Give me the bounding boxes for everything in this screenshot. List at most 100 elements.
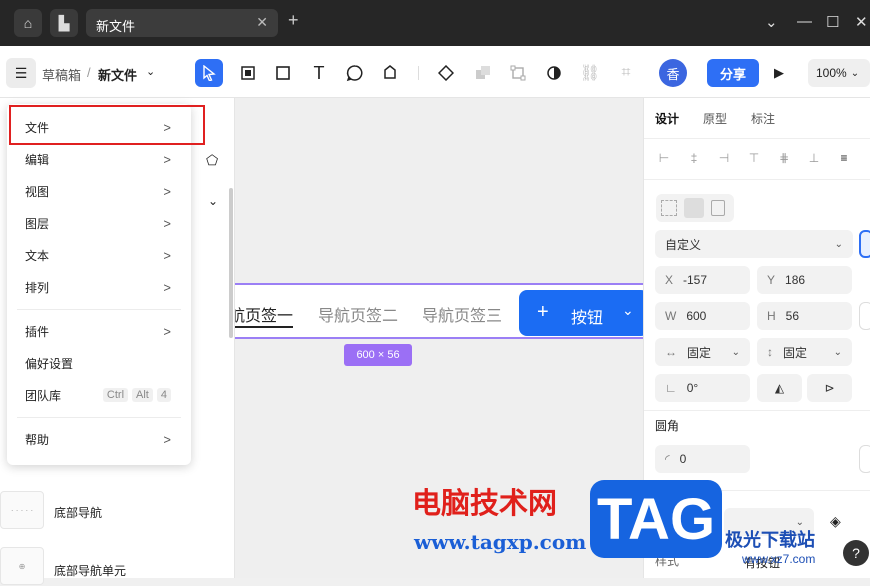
tab-prototype[interactable]: 原型 <box>703 110 727 127</box>
distribute-icon[interactable]: ≡ <box>836 151 852 167</box>
comment-tool-icon[interactable] <box>341 59 369 87</box>
width-field[interactable]: W 600 <box>655 302 750 330</box>
share-button[interactable]: 分享 <box>707 59 759 87</box>
vertical-constraint-select[interactable]: ↕ 固定 ⌄ <box>757 338 852 366</box>
selected-frame[interactable]: 航页签一 导航页签二 导航页签三 + 按钮 ⌄ <box>235 283 643 339</box>
chevron-right-icon: > <box>163 279 171 295</box>
tab-design[interactable]: 设计 <box>655 110 679 127</box>
mask-icon[interactable] <box>540 59 568 87</box>
chevron-down-icon[interactable]: ⌄ <box>146 65 155 78</box>
chevron-down-icon[interactable]: ⌄ <box>208 194 218 208</box>
plugin-outline-icon[interactable]: ⬠ <box>206 152 218 169</box>
menu-item-arrange[interactable]: 排列 > <box>7 271 191 303</box>
clip-on-icon[interactable] <box>684 198 704 218</box>
menu-item-view[interactable]: 视图 > <box>7 175 191 207</box>
component-thumbnail: · · · · · <box>0 491 44 529</box>
scrollbar[interactable] <box>229 188 233 338</box>
align-right-icon[interactable]: ⊣ <box>716 151 732 167</box>
menu-divider <box>17 309 181 310</box>
menu-item-text[interactable]: 文本 > <box>7 239 191 271</box>
align-left-icon[interactable]: ⊢ <box>656 151 672 167</box>
menu-item-help[interactable]: 帮助 > <box>7 423 191 455</box>
height-field[interactable]: H 56 <box>757 302 852 330</box>
move-tool-icon[interactable] <box>195 59 223 87</box>
independent-corners-icon[interactable] <box>859 445 870 473</box>
v-constraint-icon: ↕ <box>767 345 773 359</box>
component-icon[interactable] <box>432 59 460 87</box>
list-item[interactable]: · · · · · 底部导航 <box>0 490 235 530</box>
link-icon[interactable]: ⛓ <box>576 59 604 87</box>
menu-item-edit[interactable]: 编辑 > <box>7 143 191 175</box>
minimize-icon[interactable]: — <box>797 13 812 30</box>
tab-title: 新文件 <box>96 19 136 34</box>
crop-icon[interactable]: ⌗ <box>612 59 640 87</box>
divider <box>644 179 870 180</box>
watermark-title: 电脑技术网 <box>412 486 558 520</box>
close-window-icon[interactable]: ✕ <box>855 13 868 31</box>
tab-new-file[interactable]: 新文件 ✕ <box>86 9 278 37</box>
list-item[interactable]: ⊕ 底部导航单元 <box>0 546 235 586</box>
y-value: 186 <box>785 273 806 287</box>
x-field[interactable]: X -157 <box>655 266 750 294</box>
menu-item-plugins[interactable]: 插件 > <box>7 315 191 347</box>
transform-icon[interactable] <box>504 59 532 87</box>
new-tab-icon[interactable]: + <box>288 10 299 31</box>
text-tool-icon[interactable]: T <box>305 59 333 87</box>
flip-horizontal-icon[interactable]: ◭ <box>757 374 802 402</box>
chevron-down-icon: ⌄ <box>622 302 634 318</box>
help-icon[interactable]: ? <box>843 540 869 566</box>
menu-item-preferences[interactable]: 偏好设置 <box>7 347 191 379</box>
corner-icon: ◜ <box>665 452 670 466</box>
nav-tab-two[interactable]: 导航页签二 <box>318 302 398 326</box>
chevron-right-icon: > <box>163 215 171 231</box>
x-key: X <box>665 273 674 287</box>
preset-value: 自定义 <box>665 237 702 252</box>
menu-item-label: 帮助 <box>25 432 50 447</box>
nav-button[interactable]: + 按钮 ⌄ <box>519 290 643 336</box>
files-icon[interactable]: ▙ <box>50 9 78 37</box>
tab-close-icon[interactable]: ✕ <box>256 14 268 31</box>
menu-item-label: 文本 <box>25 248 50 263</box>
home-icon[interactable]: ⌂ <box>14 9 42 37</box>
boolean-icon[interactable] <box>469 59 497 87</box>
menu-item-label: 视图 <box>25 184 50 199</box>
menu-item-label: 团队库 <box>25 388 62 403</box>
resize-icon[interactable] <box>859 230 870 258</box>
rotation-value: 0° <box>686 381 699 395</box>
align-middle-v-icon[interactable]: ⋕ <box>776 151 792 167</box>
play-icon[interactable]: ▶ <box>774 65 784 81</box>
breadcrumb-root[interactable]: 草稿箱 <box>42 65 81 84</box>
main-menu-button[interactable]: ☰ <box>6 58 36 88</box>
rotation-field[interactable]: ∟ 0° <box>655 374 750 402</box>
frame-preset-select[interactable]: 自定义 ⌄ <box>655 230 853 258</box>
window-menu-icon[interactable]: ⌄ <box>765 13 778 31</box>
component-diamond-icon[interactable]: ◈ <box>830 513 841 530</box>
maximize-icon[interactable]: ☐ <box>826 13 839 31</box>
watermark-url: www.tagxp.com <box>414 530 587 554</box>
corner-radius-field[interactable]: ◜ 0 <box>655 445 750 473</box>
lock-ratio-icon[interactable] <box>859 302 870 330</box>
breadcrumb-file[interactable]: 新文件 <box>98 65 137 84</box>
menu-item-label: 排列 <box>25 280 50 295</box>
align-top-icon[interactable]: ⊤ <box>746 151 762 167</box>
frame-tool-icon[interactable] <box>234 59 262 87</box>
watermark-tag-logo: TAG <box>590 480 722 558</box>
menu-item-team-library[interactable]: 团队库 Ctrl Alt 4 <box>7 379 191 411</box>
align-bottom-icon[interactable]: ⊥ <box>806 151 822 167</box>
nav-tab-three[interactable]: 导航页签三 <box>422 302 502 326</box>
avatar[interactable]: 香 <box>659 59 687 87</box>
horizontal-constraint-select[interactable]: ↔ 固定 ⌄ <box>655 338 750 366</box>
page-icon[interactable] <box>711 200 725 216</box>
rotation-icon: ∟ <box>665 381 677 395</box>
nav-tab-one[interactable]: 航页签一 <box>235 302 294 328</box>
tab-annotate[interactable]: 标注 <box>751 110 775 127</box>
flip-vertical-icon[interactable]: ⊳ <box>807 374 852 402</box>
plugin-tool-icon[interactable] <box>376 59 404 87</box>
rectangle-tool-icon[interactable] <box>269 59 297 87</box>
menu-item-layer[interactable]: 图层 > <box>7 207 191 239</box>
h-constraint-value: 固定 <box>687 345 712 360</box>
clip-off-icon[interactable] <box>661 200 677 216</box>
y-field[interactable]: Y 186 <box>757 266 852 294</box>
zoom-select[interactable]: 100% ⌄ <box>808 59 870 87</box>
align-center-h-icon[interactable]: ‡ <box>686 151 702 167</box>
